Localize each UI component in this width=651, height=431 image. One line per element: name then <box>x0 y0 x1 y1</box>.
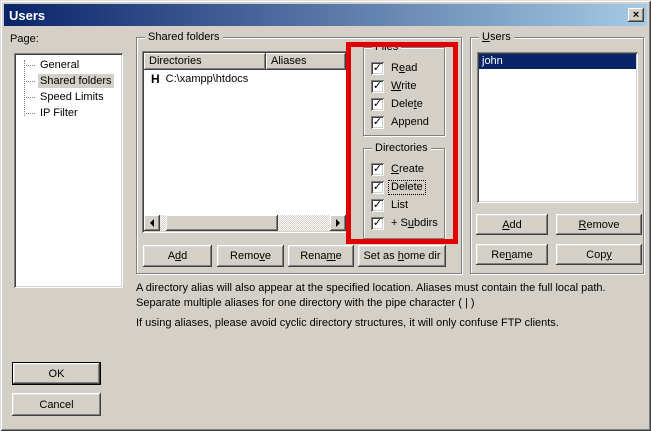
button-label: Rename <box>491 249 533 261</box>
ok-button[interactable]: OK <box>12 362 101 385</box>
column-header-aliases[interactable]: Aliases <box>266 53 346 70</box>
titlebar[interactable]: Users × <box>4 4 647 26</box>
checkbox-label: Read <box>389 62 419 75</box>
page-item-shared-folders[interactable]: Shared folders <box>14 73 123 89</box>
rename-user-button[interactable]: Rename <box>476 244 548 265</box>
directories-permissions-group: Directories ✓ Create ✓ Delete ✓ List ✓ +… <box>363 148 445 239</box>
checkbox-label: + Subdirs <box>389 217 440 230</box>
files-permissions-group: Files ✓ Read ✓ Write ✓ Delete ✓ Append <box>363 47 445 136</box>
button-label: Cancel <box>39 399 73 411</box>
close-icon: × <box>633 9 639 21</box>
alias-notes: A directory alias will also appear at th… <box>136 281 648 336</box>
left-arrow-icon <box>150 219 154 227</box>
checkmark-icon: ✓ <box>373 199 382 210</box>
scrollbar-track[interactable] <box>160 215 330 231</box>
remove-user-button[interactable]: Remove <box>556 214 642 235</box>
checkbox-files-read[interactable]: ✓ Read <box>371 61 419 75</box>
button-label: Add <box>168 250 188 262</box>
page-list[interactable]: General Shared folders Speed Limits IP F… <box>14 53 123 288</box>
checkbox-label: Write <box>389 80 418 93</box>
directories-group-label: Directories <box>372 142 431 155</box>
checkbox-box[interactable]: ✓ <box>371 116 384 129</box>
checkmark-icon: ✓ <box>373 217 382 228</box>
right-arrow-icon <box>336 219 340 227</box>
close-button[interactable]: × <box>628 8 644 22</box>
list-body: H C:\xampp\htdocs <box>144 70 346 215</box>
shared-folder-row[interactable]: H C:\xampp\htdocs <box>144 71 346 87</box>
checkmark-icon: ✓ <box>373 116 382 127</box>
page-item-ip-filter[interactable]: IP Filter <box>14 105 123 121</box>
checkbox-label: Delete <box>389 98 425 111</box>
horizontal-scrollbar[interactable] <box>144 215 346 231</box>
checkbox-dirs-list[interactable]: ✓ List <box>371 198 410 212</box>
directory-path: C:\xampp\htdocs <box>166 73 249 85</box>
users-list[interactable]: john <box>477 52 638 203</box>
user-item-john[interactable]: john <box>479 54 636 69</box>
users-group-label: Users <box>479 31 514 44</box>
page-item-label: Shared folders <box>38 74 114 88</box>
checkmark-icon: ✓ <box>373 80 382 91</box>
button-label: Rename <box>300 250 342 262</box>
checkbox-dirs-create[interactable]: ✓ Create <box>371 162 426 176</box>
page-item-speed-limits[interactable]: Speed Limits <box>14 89 123 105</box>
scrollbar-thumb[interactable] <box>166 215 278 231</box>
button-label: Remove <box>230 250 271 262</box>
button-label: OK <box>49 368 65 380</box>
list-header: Directories Aliases <box>144 53 346 70</box>
page-item-general[interactable]: General <box>14 57 123 73</box>
checkmark-icon: ✓ <box>373 98 382 109</box>
checkbox-label: Append <box>389 116 431 129</box>
checkbox-dirs-subdirs[interactable]: ✓ + Subdirs <box>371 216 440 230</box>
home-flag: H <box>151 72 160 86</box>
checkmark-icon: ✓ <box>373 181 382 192</box>
cancel-button[interactable]: Cancel <box>12 393 101 416</box>
checkbox-box[interactable]: ✓ <box>371 163 384 176</box>
button-label: Set as home dir <box>363 250 440 262</box>
button-label: Add <box>502 219 522 231</box>
checkbox-label: Delete <box>389 181 425 194</box>
files-group-label: Files <box>372 41 401 54</box>
scroll-left-button[interactable] <box>144 215 160 231</box>
column-header-directories[interactable]: Directories <box>144 53 266 70</box>
checkbox-box[interactable]: ✓ <box>371 181 384 194</box>
button-label: Copy <box>586 249 612 261</box>
checkbox-box[interactable]: ✓ <box>371 98 384 111</box>
users-dialog: Users × Page: General Shared folders Spe… <box>0 0 651 431</box>
checkmark-icon: ✓ <box>373 163 382 174</box>
note-alias: A directory alias will also appear at th… <box>136 281 648 311</box>
note-cyclic: If using aliases, please avoid cyclic di… <box>136 316 648 331</box>
checkbox-label: List <box>389 199 410 212</box>
checkmark-icon: ✓ <box>373 62 382 73</box>
user-name: john <box>482 55 503 67</box>
remove-folder-button[interactable]: Remove <box>217 245 284 267</box>
checkbox-dirs-delete[interactable]: ✓ Delete <box>371 180 425 194</box>
checkbox-files-delete[interactable]: ✓ Delete <box>371 97 425 111</box>
checkbox-box[interactable]: ✓ <box>371 217 384 230</box>
page-item-label: Speed Limits <box>38 90 106 104</box>
add-user-button[interactable]: Add <box>476 214 548 235</box>
checkbox-files-append[interactable]: ✓ Append <box>371 115 431 129</box>
checkbox-box[interactable]: ✓ <box>371 62 384 75</box>
shared-folders-group-label: Shared folders <box>145 31 223 44</box>
rename-folder-button[interactable]: Rename <box>288 245 354 267</box>
set-as-home-dir-button[interactable]: Set as home dir <box>358 245 446 267</box>
button-label: Remove <box>579 219 620 231</box>
scroll-right-button[interactable] <box>330 215 346 231</box>
page-item-label: IP Filter <box>38 106 80 120</box>
checkbox-box[interactable]: ✓ <box>371 80 384 93</box>
checkbox-box[interactable]: ✓ <box>371 199 384 212</box>
page-label: Page: <box>10 33 39 45</box>
add-folder-button[interactable]: Add <box>143 245 212 267</box>
checkbox-files-write[interactable]: ✓ Write <box>371 79 418 93</box>
copy-user-button[interactable]: Copy <box>556 244 642 265</box>
checkbox-label: Create <box>389 163 426 176</box>
window-title: Users <box>4 8 45 23</box>
shared-folders-list[interactable]: Directories Aliases H C:\xampp\htdocs <box>142 51 348 233</box>
page-item-label: General <box>38 58 81 72</box>
